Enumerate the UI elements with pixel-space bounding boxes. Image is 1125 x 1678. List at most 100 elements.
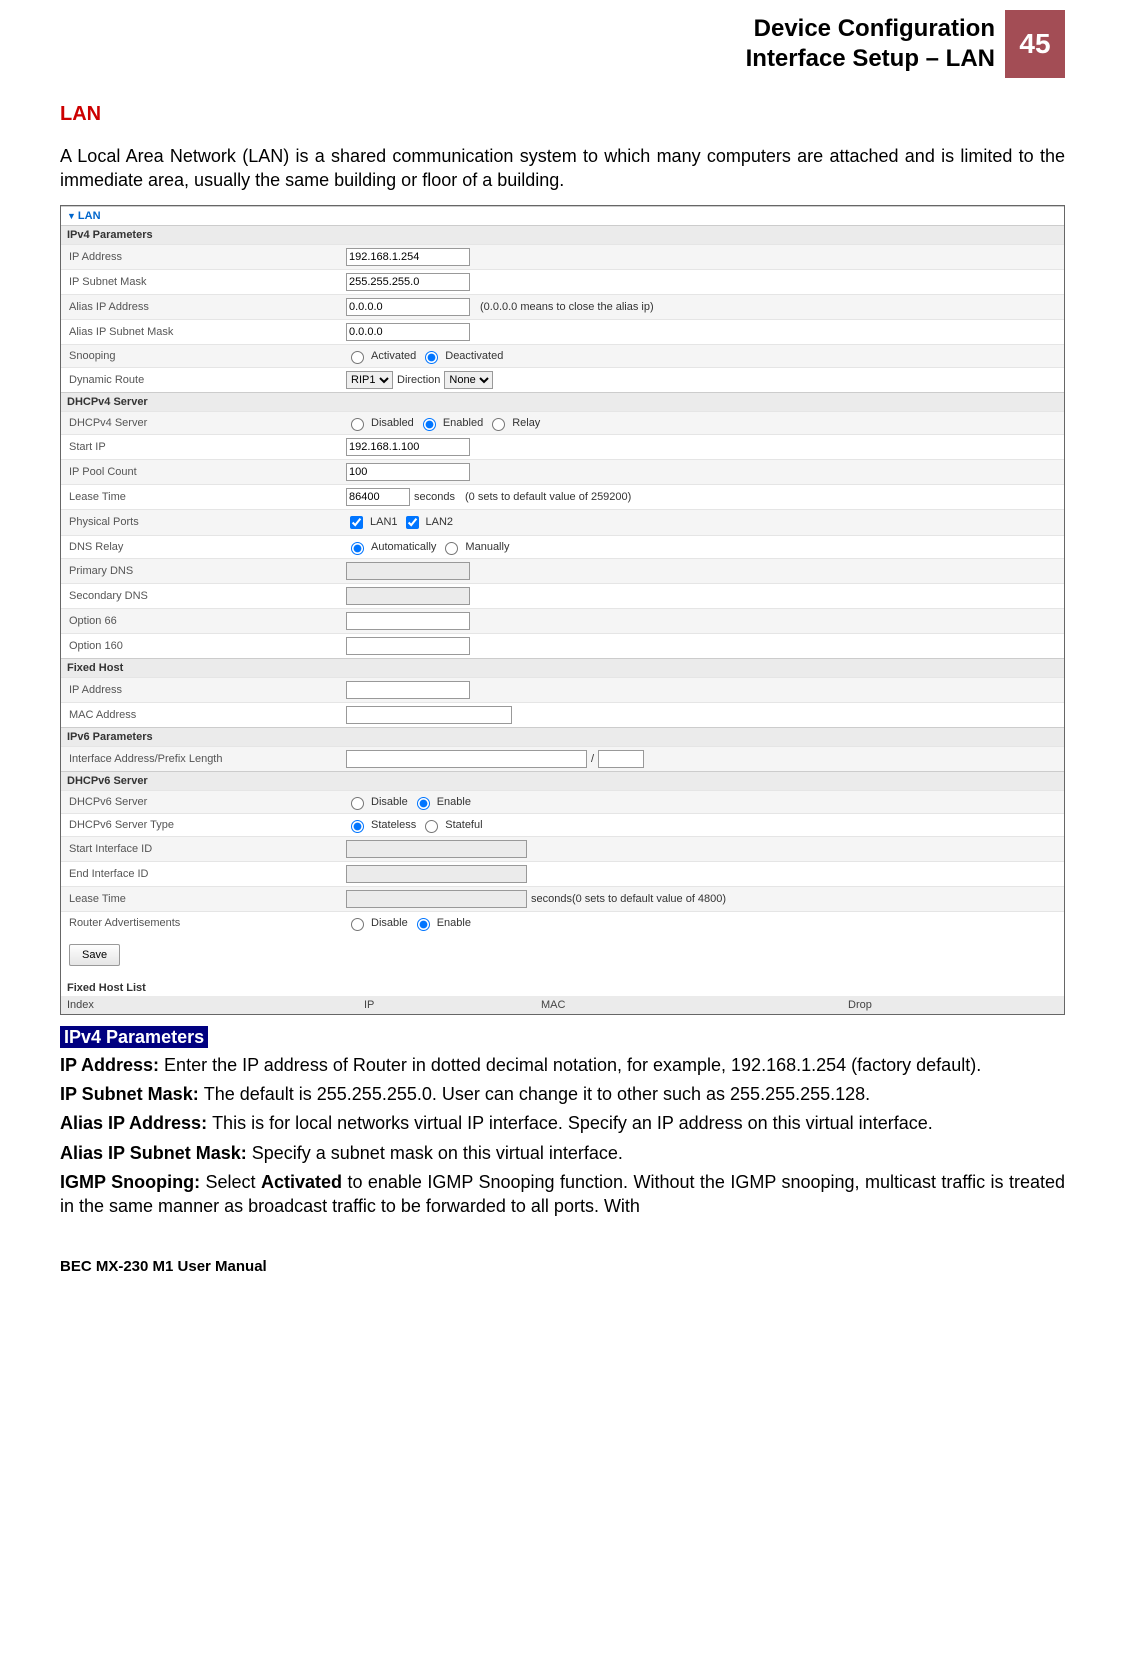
lease-time-note: (0 sets to default value of 259200)	[465, 491, 631, 503]
primary-dns-label: Primary DNS	[61, 561, 342, 581]
ip-address-input[interactable]	[346, 248, 470, 266]
secondary-dns-label: Secondary DNS	[61, 586, 342, 606]
lease-time6-note: seconds(0 sets to default value of 4800)	[531, 893, 726, 905]
prefix-length-input[interactable]	[598, 750, 644, 768]
lan-config-screenshot: ▼LAN IPv4 Parameters IP Address IP Subne…	[60, 205, 1065, 1015]
ra-enable-radio[interactable]	[417, 918, 430, 931]
dhcpv6-enable-radio[interactable]	[417, 797, 430, 810]
alias-ip-note: (0.0.0.0 means to close the alias ip)	[480, 301, 654, 313]
fixed-host-header: Fixed Host	[61, 658, 1064, 677]
alias-mask-label: Alias IP Subnet Mask	[61, 322, 342, 342]
snooping-deactivated-label: Deactivated	[445, 350, 503, 362]
dns-relay-label: DNS Relay	[61, 537, 342, 557]
alias-ip-input[interactable]	[346, 298, 470, 316]
dns-manual-radio[interactable]	[445, 542, 458, 555]
col-mac: MAC	[535, 996, 842, 1014]
interface-address-input[interactable]	[346, 750, 587, 768]
page-header: Device Configuration Interface Setup – L…	[60, 10, 1065, 78]
direction-label: Direction	[397, 374, 440, 386]
fh-mac-label: MAC Address	[61, 705, 342, 725]
option66-input[interactable]	[346, 612, 470, 630]
lease-time-label: Lease Time	[61, 487, 342, 507]
header-line1: Device Configuration	[746, 14, 995, 44]
lan-heading: LAN	[60, 103, 1065, 126]
panel-title: LAN	[78, 210, 101, 222]
dhcpv6-server-label: DHCPv6 Server	[61, 792, 342, 812]
dns-auto-radio[interactable]	[351, 542, 364, 555]
alias-ip-label: Alias IP Address	[61, 297, 342, 317]
snooping-label: Snooping	[61, 346, 342, 366]
intro-text: A Local Area Network (LAN) is a shared c…	[60, 144, 1065, 193]
subnet-mask-desc: IP Subnet Mask: The default is 255.255.2…	[60, 1083, 1065, 1106]
direction-select[interactable]: None	[444, 371, 493, 389]
option160-input[interactable]	[346, 637, 470, 655]
alias-mask-desc: Alias IP Subnet Mask: Specify a subnet m…	[60, 1142, 1065, 1165]
fixed-host-list-header: Index IP MAC Drop	[61, 996, 1064, 1014]
dynamic-route-select[interactable]: RIP1	[346, 371, 393, 389]
dns-manual-label: Manually	[465, 541, 509, 553]
router-adv-label: Router Advertisements	[61, 913, 342, 933]
fh-mac-input[interactable]	[346, 706, 512, 724]
stateless-label: Stateless	[371, 819, 416, 831]
stateful-label: Stateful	[445, 819, 482, 831]
end-interface-label: End Interface ID	[61, 864, 342, 884]
start-interface-input	[346, 840, 527, 858]
dhcpv4-header: DHCPv4 Server	[61, 392, 1064, 411]
ip-subnet-mask-input[interactable]	[346, 273, 470, 291]
lease-time6-label: Lease Time	[61, 889, 342, 909]
ipv6-parameters-header: IPv6 Parameters	[61, 727, 1064, 746]
snooping-deactivated-radio[interactable]	[425, 351, 438, 364]
dns-auto-label: Automatically	[371, 541, 436, 553]
snooping-activated-label: Activated	[371, 350, 416, 362]
ipv4-parameters-header: IPv4 Parameters	[61, 225, 1064, 244]
alias-mask-input[interactable]	[346, 323, 470, 341]
igmp-snooping-desc: IGMP Snooping: Select Activated to enabl…	[60, 1171, 1065, 1218]
lan2-label: LAN2	[426, 516, 454, 528]
footer-text: BEC MX-230 M1 User Manual	[60, 1258, 1065, 1275]
col-drop: Drop	[842, 996, 1064, 1014]
lan1-checkbox[interactable]	[350, 516, 363, 529]
fh-ip-input[interactable]	[346, 681, 470, 699]
physical-ports-label: Physical Ports	[61, 512, 342, 532]
fixed-host-list-title: Fixed Host List	[61, 976, 1064, 996]
lan2-checkbox[interactable]	[406, 516, 419, 529]
alias-ip-desc: Alias IP Address: This is for local netw…	[60, 1112, 1065, 1135]
start-ip-label: Start IP	[61, 437, 342, 457]
secondary-dns-input	[346, 587, 470, 605]
collapse-icon[interactable]: ▼	[67, 211, 76, 221]
lease-time-input[interactable]	[346, 488, 410, 506]
snooping-activated-radio[interactable]	[351, 351, 364, 364]
header-line2: Interface Setup – LAN	[746, 44, 995, 74]
lease-time6-input	[346, 890, 527, 908]
stateful-radio[interactable]	[425, 820, 438, 833]
start-ip-input[interactable]	[346, 438, 470, 456]
col-index: Index	[61, 996, 358, 1014]
ip-address-label: IP Address	[61, 247, 342, 267]
end-interface-input	[346, 865, 527, 883]
ipv4-parameters-badge: IPv4 Parameters	[60, 1026, 208, 1048]
page-number: 45	[1005, 10, 1065, 78]
dhcpv4-server-label: DHCPv4 Server	[61, 413, 342, 433]
dhcpv6-header: DHCPv6 Server	[61, 771, 1064, 790]
dhcpv4-disabled-radio[interactable]	[351, 418, 364, 431]
dhcpv6-disable-label: Disable	[371, 796, 408, 808]
col-ip: IP	[358, 996, 535, 1014]
dhcpv6-disable-radio[interactable]	[351, 797, 364, 810]
prefix-separator: /	[591, 753, 594, 765]
save-button[interactable]: Save	[69, 944, 120, 966]
dhcpv4-disabled-label: Disabled	[371, 417, 414, 429]
ra-disable-radio[interactable]	[351, 918, 364, 931]
ip-address-desc: IP Address: Enter the IP address of Rout…	[60, 1054, 1065, 1077]
dhcpv4-relay-radio[interactable]	[492, 418, 505, 431]
ra-enable-label: Enable	[437, 917, 471, 929]
start-interface-label: Start Interface ID	[61, 839, 342, 859]
dhcpv4-enabled-radio[interactable]	[423, 418, 436, 431]
lan1-label: LAN1	[370, 516, 398, 528]
stateless-radio[interactable]	[351, 820, 364, 833]
ip-pool-input[interactable]	[346, 463, 470, 481]
dhcpv4-relay-label: Relay	[512, 417, 540, 429]
dhcpv6-enable-label: Enable	[437, 796, 471, 808]
ip-subnet-mask-label: IP Subnet Mask	[61, 272, 342, 292]
ra-disable-label: Disable	[371, 917, 408, 929]
primary-dns-input	[346, 562, 470, 580]
